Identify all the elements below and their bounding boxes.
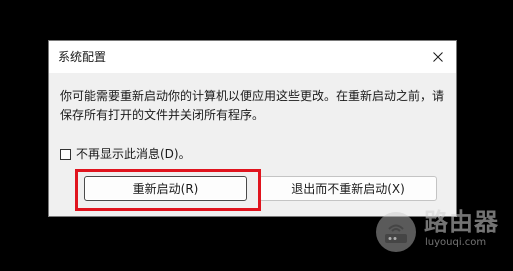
dont-show-again-label[interactable]: 不再显示此消息(D)。 (76, 146, 191, 162)
message-line-2: 保存所有打开的文件并关闭所有程序。 (60, 108, 265, 122)
restart-button[interactable]: 重新启动(R) (84, 176, 247, 201)
system-config-dialog: 系统配置 你可能需要重新启动你的计算机以便应用这些更改。在重新启动之前，请 保存… (48, 40, 457, 217)
dialog-titlebar: 系统配置 (49, 41, 456, 73)
exit-without-restart-button[interactable]: 退出而不重新启动(X) (259, 176, 437, 201)
dont-show-again-checkbox[interactable] (60, 148, 71, 160)
dialog-message: 你可能需要重新启动你的计算机以便应用这些更改。在重新启动之前，请 保存所有打开的… (60, 87, 450, 125)
message-line-1: 你可能需要重新启动你的计算机以便应用这些更改。在重新启动之前，请 (60, 89, 445, 103)
close-icon (433, 52, 443, 62)
dialog-title: 系统配置 (58, 50, 107, 64)
dont-show-again-row[interactable]: 不再显示此消息(D)。 (60, 146, 191, 162)
close-button[interactable] (428, 47, 448, 67)
watermark-url: luyouqi.com (425, 237, 487, 248)
